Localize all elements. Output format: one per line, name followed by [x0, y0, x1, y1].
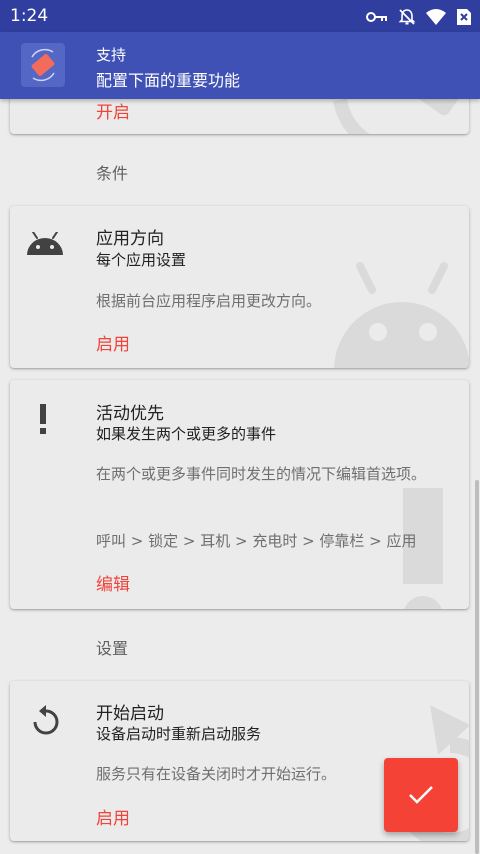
no-sim-icon — [457, 9, 471, 25]
app-orientation-subtitle: 每个应用设置 — [96, 251, 187, 269]
start-on-boot-enable-button[interactable]: 启用 — [96, 804, 130, 829]
app-bar-title: 支持 — [96, 46, 127, 64]
rotation-app-icon — [21, 43, 65, 87]
app-orientation-card: 应用方向 每个应用设置 根据前台应用程序启用更改方向。 启用 — [10, 206, 469, 368]
event-priority-description: 在两个或更多事件同时发生的情况下编辑首选项。 — [96, 465, 427, 483]
scrollbar[interactable] — [475, 480, 479, 854]
app-orientation-description: 根据前台应用程序启用更改方向。 — [96, 292, 322, 310]
event-priority-edit-button[interactable]: 编辑 — [96, 570, 130, 595]
app-bar: 支持 配置下面的重要功能 — [0, 32, 480, 99]
status-time: 1:24 — [10, 6, 49, 26]
section-settings-header: 设置 — [96, 639, 129, 658]
exclamation-icon — [40, 404, 46, 434]
top-card-action[interactable]: 开启 — [96, 98, 130, 123]
event-priority-order: 呼叫 > 锁定 > 耳机 > 充电时 > 停靠栏 > 应用 — [96, 532, 417, 550]
start-on-boot-title: 开始启动 — [96, 704, 164, 724]
start-on-boot-subtitle: 设备启动时重新启动服务 — [96, 725, 262, 743]
status-icons — [366, 8, 472, 26]
section-conditions-header: 条件 — [96, 164, 129, 183]
event-priority-card: 活动优先 如果发生两个或更多的事件 在两个或更多事件同时发生的情况下编辑首选项。… — [10, 380, 469, 609]
android-icon — [27, 232, 63, 255]
app-orientation-enable-button[interactable]: 启用 — [96, 330, 130, 355]
android-background-icon — [334, 262, 469, 368]
app-orientation-title: 应用方向 — [96, 229, 164, 249]
confirm-fab-button[interactable] — [384, 758, 458, 832]
restart-icon — [33, 705, 59, 735]
wifi-icon — [426, 9, 446, 25]
check-icon — [409, 786, 433, 804]
status-bar: 1:24 — [0, 0, 480, 32]
event-priority-subtitle: 如果发生两个或更多的事件 — [96, 425, 277, 443]
app-bar-subtitle: 配置下面的重要功能 — [96, 71, 241, 90]
vpn-key-icon — [366, 12, 387, 22]
notifications-off-icon — [398, 9, 416, 25]
event-priority-title: 活动优先 — [96, 404, 164, 424]
